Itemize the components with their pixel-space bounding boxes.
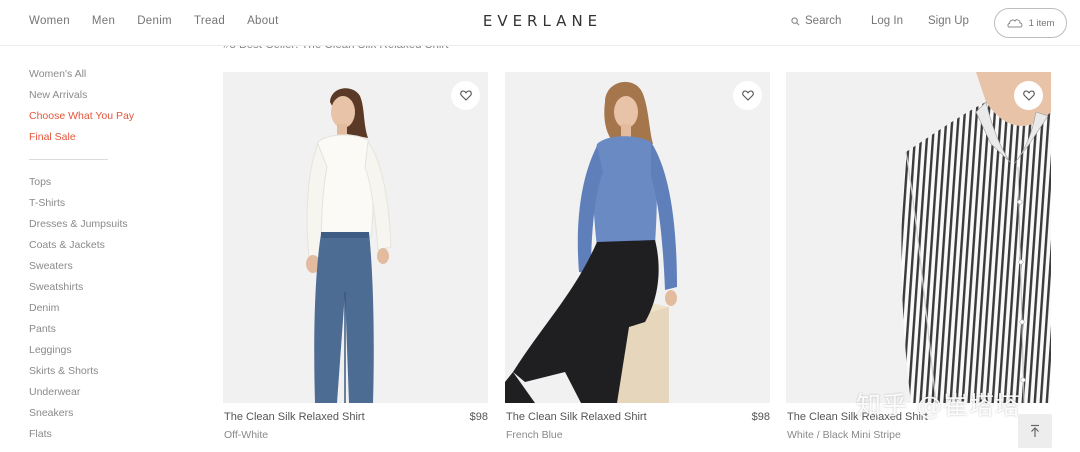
- sidebar-item-sweatshirts[interactable]: Sweatshirts: [29, 280, 189, 301]
- sidebar-divider: [29, 159, 108, 160]
- sidebar-item-tops[interactable]: Tops: [29, 175, 189, 196]
- sidebar-item-denim[interactable]: Denim: [29, 301, 189, 322]
- favorite-button[interactable]: [1014, 81, 1043, 110]
- product-color: Off-White: [224, 429, 269, 441]
- product-photo[interactable]: [786, 72, 1051, 403]
- search-icon: [791, 16, 800, 25]
- favorite-button[interactable]: [451, 81, 480, 110]
- search-button[interactable]: Search: [791, 15, 841, 27]
- product-photo[interactable]: [223, 72, 488, 403]
- product-photo[interactable]: [505, 72, 770, 403]
- sidebar-item-dresses-jumpsuits[interactable]: Dresses & Jumpsuits: [29, 217, 189, 238]
- model-off-white-shirt-illustration: [223, 72, 488, 403]
- favorite-button[interactable]: [733, 81, 762, 110]
- product-card[interactable]: The Clean Silk Relaxed Shirt $98 Off-Whi…: [223, 72, 488, 441]
- product-color: French Blue: [506, 429, 563, 441]
- signup-link[interactable]: Sign Up: [928, 15, 969, 27]
- sidebar-item-skirts-shorts[interactable]: Skirts & Shorts: [29, 364, 189, 385]
- login-link[interactable]: Log In: [871, 15, 903, 27]
- logo-text[interactable]: EVERLANE: [478, 12, 602, 30]
- cart-icon: [1007, 19, 1022, 28]
- sidebar-item-leggings[interactable]: Leggings: [29, 343, 189, 364]
- sidebar-item-sweaters[interactable]: Sweaters: [29, 259, 189, 280]
- logo[interactable]: EVERLANE: [0, 12, 1080, 30]
- heart-icon: [1022, 90, 1035, 101]
- sidebar-item-coats-jackets[interactable]: Coats & Jackets: [29, 238, 189, 259]
- model-french-blue-shirt-illustration: [505, 72, 770, 403]
- sidebar-item-sneakers[interactable]: Sneakers: [29, 406, 189, 427]
- sidebar: Women's All New Arrivals Choose What You…: [29, 67, 189, 448]
- search-label: Search: [805, 15, 842, 27]
- arrow-up-icon: [1031, 424, 1039, 437]
- striped-shirt-closeup-illustration: [786, 72, 1051, 403]
- product-name[interactable]: The Clean Silk Relaxed Shirt: [224, 411, 365, 423]
- sidebar-item-underwear[interactable]: Underwear: [29, 385, 189, 406]
- cart-label: 1 item: [1028, 17, 1055, 29]
- product-price: $98: [751, 411, 770, 423]
- sidebar-item-new-arrivals[interactable]: New Arrivals: [29, 88, 189, 109]
- product-card[interactable]: The Clean Silk Relaxed Shirt $98 French …: [505, 72, 770, 441]
- back-to-top-button[interactable]: [1018, 414, 1052, 448]
- product-price: $98: [469, 411, 488, 423]
- watermark: 知乎 @崔塔塔: [856, 391, 1021, 420]
- sidebar-item-pants[interactable]: Pants: [29, 322, 189, 343]
- sidebar-item-womens-all[interactable]: Women's All: [29, 67, 189, 88]
- sidebar-item-t-shirts[interactable]: T-Shirts: [29, 196, 189, 217]
- sidebar-item-final-sale[interactable]: Final Sale: [29, 130, 189, 151]
- header: Women Men Denim Tread About EVERLANE Sea…: [0, 0, 1080, 46]
- product-color: White / Black Mini Stripe: [787, 429, 901, 441]
- sidebar-item-flats[interactable]: Flats: [29, 427, 189, 448]
- cart-button[interactable]: 1 item: [994, 8, 1067, 38]
- heart-icon: [459, 90, 472, 101]
- heart-icon: [741, 90, 754, 101]
- product-card[interactable]: The Clean Silk Relaxed Shirt White / Bla…: [786, 72, 1051, 441]
- product-name[interactable]: The Clean Silk Relaxed Shirt: [506, 411, 647, 423]
- account-nav: Search Log In Sign Up: [791, 15, 969, 27]
- sidebar-item-choose-what-you-pay[interactable]: Choose What You Pay: [29, 109, 189, 130]
